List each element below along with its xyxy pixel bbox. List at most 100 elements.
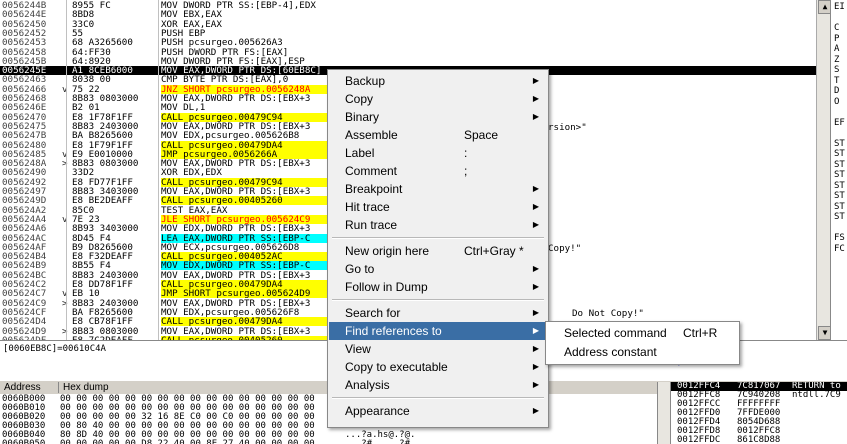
disasm-hex: 8B93 3403000	[72, 223, 139, 235]
menu-item-label: Go to	[345, 262, 375, 276]
dump-hex-header[interactable]: Hex dump	[58, 382, 109, 393]
stack-comment: ntdll.7C9	[792, 390, 841, 400]
menu-item-label: Appearance	[345, 404, 410, 418]
disasm-hex: EB 10	[72, 288, 100, 300]
menu-item-label: New origin here	[345, 244, 430, 258]
submenu-arrow-icon: ▶	[532, 282, 539, 291]
menu-item-assemble[interactable]: Assemble Space	[329, 126, 547, 144]
submenu-arrow-icon: ▶	[532, 362, 539, 371]
register-label: O	[834, 96, 840, 107]
register-label: T	[834, 75, 840, 86]
menu-item-search-for[interactable]: Search for ▶	[329, 304, 547, 322]
menu-item-label: View	[345, 342, 371, 356]
menu-item-copy-to-executable[interactable]: Copy to executable ▶	[329, 358, 547, 376]
register-label: ST	[834, 159, 845, 170]
menu-item-label: Find references to	[345, 324, 442, 338]
register-label: ST	[834, 212, 845, 222]
menu-item-run-trace[interactable]: Run trace ▶	[329, 216, 547, 234]
register-label: ST	[834, 180, 845, 191]
menu-item-label: Backup	[345, 74, 386, 88]
submenu-item-shortcut: Ctrl+R	[683, 326, 718, 340]
register-label: Z	[834, 54, 840, 65]
comment-text: Do Not Copy!"	[572, 307, 644, 319]
menu-separator	[332, 237, 544, 239]
menu-item-analysis[interactable]: Analysis ▶	[329, 376, 547, 394]
menu-item-label: Run trace	[345, 218, 398, 232]
disasm-hex: 33C0	[72, 18, 95, 30]
menu-item-backup[interactable]: Backup ▶	[329, 72, 547, 90]
stack-scrollbar[interactable]	[657, 382, 670, 444]
menu-item-label: Follow in Dump	[345, 280, 428, 294]
dump-ascii: ...?#.....?#.	[345, 439, 416, 444]
register-label: ST	[834, 138, 845, 149]
register-label: EF	[834, 117, 845, 128]
registers-pane[interactable]: EI C P A Z S T D O EF ST ST ST ST ST ST ST ST FS FC	[830, 0, 847, 340]
disasm-row[interactable]: 00562458 64:FF30 PUSH DWORD PTR FS:[EAX]	[0, 47, 816, 56]
register-label: ST	[834, 149, 845, 159]
menu-item-label[interactable]: Label:	[329, 144, 547, 162]
menu-item-label: Label	[345, 146, 375, 160]
submenu-arrow-icon: ▶	[532, 406, 539, 415]
dump-hex: 00 00 00 00 00 D8 22 40 00 8E 27 40 00 0…	[60, 439, 315, 444]
jump-marker: v	[62, 83, 68, 95]
register-label: FC	[834, 243, 845, 254]
menu-item-label: Copy to executable	[345, 360, 448, 374]
disasm-hex: E8 BE2DEAFF	[72, 195, 133, 207]
register-label: S	[834, 65, 840, 75]
register-label: FS	[834, 233, 845, 243]
submenu-arrow-icon: ▶	[532, 202, 539, 211]
disasm-row[interactable]: 00562453 68 A3265600 PUSH pcsurgeo.005626A…	[0, 38, 816, 47]
disasm-address: 0056246E	[2, 102, 47, 114]
menu-item-label: Comment	[345, 164, 398, 178]
menu-item-shortcut: Ctrl+Gray *	[464, 244, 524, 258]
stack-value: 861C8D88	[737, 435, 781, 444]
register-label: EI	[834, 2, 845, 12]
disasm-row[interactable]: 0056244E 8BD8 MOV EBX,EAX	[0, 10, 816, 19]
menu-item-appearance[interactable]: Appearance ▶	[329, 402, 547, 420]
menu-item-view[interactable]: View ▶	[329, 340, 547, 358]
menu-item-binary[interactable]: Binary ▶	[329, 108, 547, 126]
dump-address-header[interactable]: Address	[4, 382, 41, 393]
comment-text: rsion>"	[548, 121, 587, 133]
menu-item-copy[interactable]: Copy ▶	[329, 90, 547, 108]
disasm-hex: E8 CB78F1FF	[72, 316, 133, 328]
info-text: [0060EB8C]=00610C4A	[3, 344, 106, 354]
register-label: ST	[834, 201, 845, 212]
submenu-arrow-icon: ▶	[532, 112, 539, 121]
menu-item-go-to[interactable]: Go to ▶	[329, 260, 547, 278]
submenu-arrow-icon: ▶	[532, 94, 539, 103]
submenu-arrow-icon: ▶	[532, 380, 539, 389]
submenu-item-label: Address constant	[564, 345, 657, 359]
menu-item-breakpoint[interactable]: Breakpoint ▶	[329, 180, 547, 198]
submenu-item-selected-command[interactable]: Selected command Ctrl+R	[547, 324, 738, 342]
menu-item-hit-trace[interactable]: Hit trace ▶	[329, 198, 547, 216]
menu-item-comment[interactable]: Comment;	[329, 162, 547, 180]
submenu-item-address-constant[interactable]: Address constant	[547, 343, 738, 361]
menu-item-follow-in-dump[interactable]: Follow in Dump ▶	[329, 278, 547, 296]
disasm-hex: B2 01	[72, 102, 100, 114]
submenu-arrow-icon: ▶	[532, 76, 539, 85]
disasm-hex: BA B8265600	[72, 130, 133, 142]
register-label: A	[834, 44, 840, 54]
stack-row[interactable]: 0012FFDC 861C8D88	[671, 436, 847, 444]
submenu-arrow-icon: ▶	[532, 184, 539, 193]
disassembly-scrollbar[interactable]: ▲ ▼	[816, 0, 832, 340]
disasm-hex: 68 A3265600	[72, 37, 133, 49]
jump-marker: v	[62, 288, 68, 300]
menu-item-label: Search for	[345, 306, 401, 320]
menu-item-label: Breakpoint	[345, 182, 403, 196]
stack-address: 0012FFDC	[677, 435, 721, 444]
menu-item-shortcut: Space	[464, 128, 499, 142]
menu-item-label: Copy	[345, 92, 374, 106]
disasm-instruction: PUSH pcsurgeo.005626A3	[161, 37, 283, 49]
menu-item-new-origin-here[interactable]: New origin here Ctrl+Gray *	[329, 242, 547, 260]
find-references-submenu: Selected command Ctrl+R Address constant	[545, 321, 740, 365]
menu-item-find-references-to[interactable]: Find references to ▶	[329, 322, 547, 340]
jump-marker: >	[62, 158, 68, 170]
disasm-address: 005624D4	[2, 316, 47, 328]
register-label: P	[834, 33, 840, 44]
context-menu: Backup ▶ Copy ▶ Binary ▶ Assemble Space Label: Co…	[327, 69, 549, 428]
disasm-row[interactable]: 0056244B 8955 FC MOV DWORD PTR SS:[EBP-4],…	[0, 1, 816, 10]
disasm-row[interactable]: 00562450 33C0 XOR EAX,EAX	[0, 18, 816, 30]
stack-pane[interactable]: 0012FFC4 7C817067 RETURN to 0012FFC8 7C94020…	[670, 382, 847, 444]
